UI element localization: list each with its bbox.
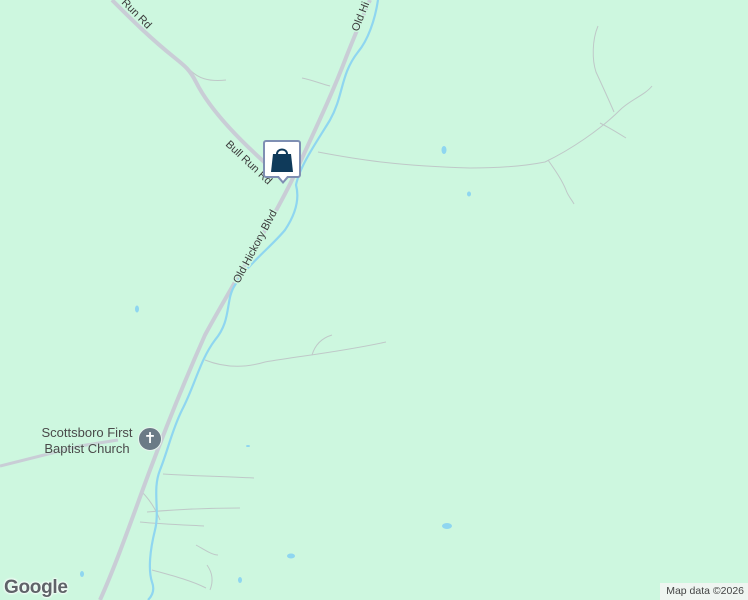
poi-name-line2: Baptist Church [44, 441, 130, 456]
marker-pointer-inner [278, 175, 288, 181]
map-canvas[interactable]: Run Rd Bull Run Rd Old Hickory Blvd Old … [0, 0, 748, 600]
map-attribution[interactable]: Map data ©2026 [660, 583, 748, 600]
road-label-bull-run-top: Run Rd [119, 0, 154, 31]
road-old-hickory [98, 0, 372, 600]
shopping-bag-icon [271, 148, 293, 172]
road-label-old-hickory-top: Old Hi [350, 0, 373, 33]
poi-name-line1: Scottsboro First [41, 425, 133, 440]
poi-label[interactable]: Scottsboro First Baptist Church [22, 425, 152, 457]
google-logo[interactable]: Google [4, 577, 68, 599]
church-cross-icon[interactable]: ✝ [138, 427, 162, 451]
road-bull-run [110, 0, 284, 180]
shopping-marker[interactable] [263, 140, 301, 178]
road-label-old-hickory: Old Hickory Blvd [231, 208, 280, 285]
